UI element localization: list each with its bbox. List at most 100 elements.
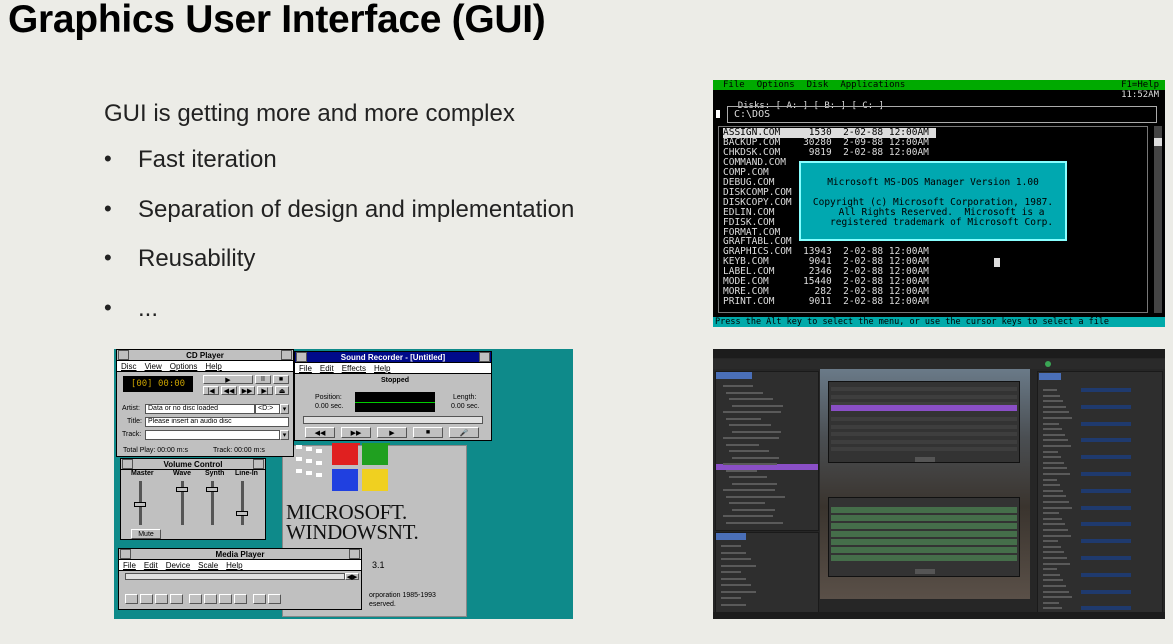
inspector-label[interactable] (1043, 478, 1057, 481)
menu-disc[interactable]: Disc (121, 362, 137, 371)
inspector-label[interactable] (1043, 573, 1060, 576)
dialog-row-green[interactable] (831, 555, 1017, 561)
inspector-field[interactable] (1081, 472, 1131, 476)
dialog-ok-button[interactable] (915, 457, 935, 462)
content-row[interactable] (721, 551, 746, 554)
inspector-label[interactable] (1043, 529, 1068, 531)
inspector-field[interactable] (1081, 606, 1131, 611)
cd-player-titlebar[interactable]: CD Player (117, 350, 293, 361)
dos-menu-file[interactable]: File (723, 80, 745, 90)
inspector-label[interactable] (1043, 428, 1062, 431)
dialog-row[interactable] (831, 394, 1017, 399)
stop-button[interactable] (155, 594, 168, 604)
rewind-button[interactable]: ◀◀ (221, 386, 237, 395)
dos-menu-options[interactable]: Options (757, 80, 795, 90)
content-row[interactable] (721, 603, 746, 606)
menu-edit[interactable]: Edit (320, 364, 334, 373)
hierarchy-row[interactable] (732, 430, 781, 433)
menu-help[interactable]: Help (205, 362, 221, 371)
hierarchy-row[interactable] (729, 450, 769, 452)
hierarchy-row[interactable] (726, 521, 783, 524)
inspector-field[interactable] (1081, 488, 1131, 493)
volume-control-titlebar[interactable]: Volume Control (121, 459, 265, 470)
system-menu-icon[interactable] (296, 352, 307, 362)
inspector-label[interactable] (1043, 456, 1061, 459)
cd-player-window[interactable]: CD Player Disc View Options Help [00] 00… (116, 349, 294, 457)
stop-button[interactable]: ■ (413, 427, 443, 438)
hierarchy-row[interactable] (723, 515, 773, 517)
rewind-button[interactable] (204, 594, 217, 604)
dos-menu-applications[interactable]: Applications (840, 80, 905, 90)
volume-slider-track[interactable] (241, 481, 244, 525)
inspector-label[interactable] (1043, 534, 1071, 537)
track-select[interactable] (145, 430, 280, 440)
minimize-icon[interactable] (281, 350, 292, 360)
inspector-label[interactable] (1043, 467, 1067, 470)
dialog-ok-button[interactable] (915, 569, 935, 574)
stop-button[interactable]: ■ (273, 375, 289, 384)
inspector-field[interactable] (1081, 505, 1131, 510)
inspector-label[interactable] (1043, 557, 1067, 559)
inspector-label[interactable] (1043, 461, 1064, 464)
dos-file-row[interactable]: PRINT.COM 9011 2-02-88 12:00AM (723, 297, 929, 307)
forward-button[interactable]: ▶▶ (239, 386, 255, 395)
hierarchy-row[interactable] (732, 404, 783, 407)
inspector-field[interactable] (1081, 438, 1131, 443)
editor-toolbar[interactable] (713, 359, 1165, 369)
inspector-label[interactable] (1043, 596, 1072, 599)
inspector-label[interactable] (1043, 473, 1070, 475)
dialog-row[interactable] (831, 417, 1017, 421)
artist-field[interactable]: Data or no disc loaded (145, 404, 255, 414)
system-menu-icon[interactable] (118, 350, 129, 360)
dialog-row-green[interactable] (831, 507, 1017, 513)
hierarchy-row[interactable] (723, 411, 781, 413)
menu-edit[interactable]: Edit (144, 561, 158, 570)
inspector-label[interactable] (1043, 601, 1059, 604)
dialog-row[interactable] (831, 447, 1017, 451)
hierarchy-row[interactable] (723, 437, 779, 439)
sound-recorder-titlebar[interactable]: Sound Recorder - [Untitled] (295, 352, 491, 363)
volume-slider-knob[interactable] (206, 486, 218, 492)
inspector-label[interactable] (1043, 489, 1063, 492)
inspector-field[interactable] (1081, 589, 1131, 594)
menu-file[interactable]: File (123, 561, 136, 570)
hierarchy-tab[interactable] (716, 372, 752, 379)
inspector-field[interactable] (1081, 404, 1131, 409)
hierarchy-row[interactable] (723, 385, 753, 387)
hierarchy-row[interactable] (726, 391, 763, 394)
mark-in-button[interactable] (253, 594, 266, 604)
system-menu-icon[interactable] (122, 459, 133, 469)
mark-out-button[interactable] (268, 594, 281, 604)
mute-button[interactable]: Mute (131, 529, 161, 539)
content-row[interactable] (721, 571, 741, 573)
inspector-label[interactable] (1043, 590, 1069, 593)
content-row[interactable] (721, 584, 751, 586)
content-row[interactable] (721, 577, 746, 580)
hierarchy-row[interactable] (726, 443, 759, 446)
media-scroll-arrows[interactable]: ◀▶ (345, 573, 359, 581)
dialog-row-green[interactable] (831, 523, 1017, 529)
dos-scrollbar[interactable] (1154, 126, 1162, 313)
menu-file[interactable]: File (299, 364, 312, 373)
drive-dropdown-icon[interactable]: ▾ (280, 404, 289, 414)
inspector-label[interactable] (1043, 417, 1072, 419)
inspector-label[interactable] (1043, 585, 1066, 587)
inspector-label[interactable] (1043, 579, 1063, 582)
inspector-field[interactable] (1081, 388, 1131, 392)
prev-mark-button[interactable] (189, 594, 202, 604)
inspector-tab[interactable] (1039, 373, 1061, 380)
menu-scale[interactable]: Scale (198, 561, 218, 570)
inspector-label[interactable] (1043, 495, 1066, 498)
minimize-icon[interactable] (253, 459, 264, 469)
title-field[interactable]: Please insert an audio disc (145, 417, 289, 427)
media-position-track[interactable] (125, 573, 345, 580)
track-dropdown-icon[interactable]: ▾ (280, 430, 289, 440)
menu-effects[interactable]: Effects (342, 364, 366, 373)
content-row[interactable] (721, 564, 756, 567)
inspector-label[interactable] (1043, 411, 1069, 414)
inspector-label[interactable] (1043, 422, 1059, 425)
menu-help[interactable]: Help (226, 561, 242, 570)
inspector-label[interactable] (1043, 568, 1057, 571)
play-button[interactable]: ▶ (203, 375, 253, 384)
menu-view[interactable]: View (145, 362, 162, 371)
